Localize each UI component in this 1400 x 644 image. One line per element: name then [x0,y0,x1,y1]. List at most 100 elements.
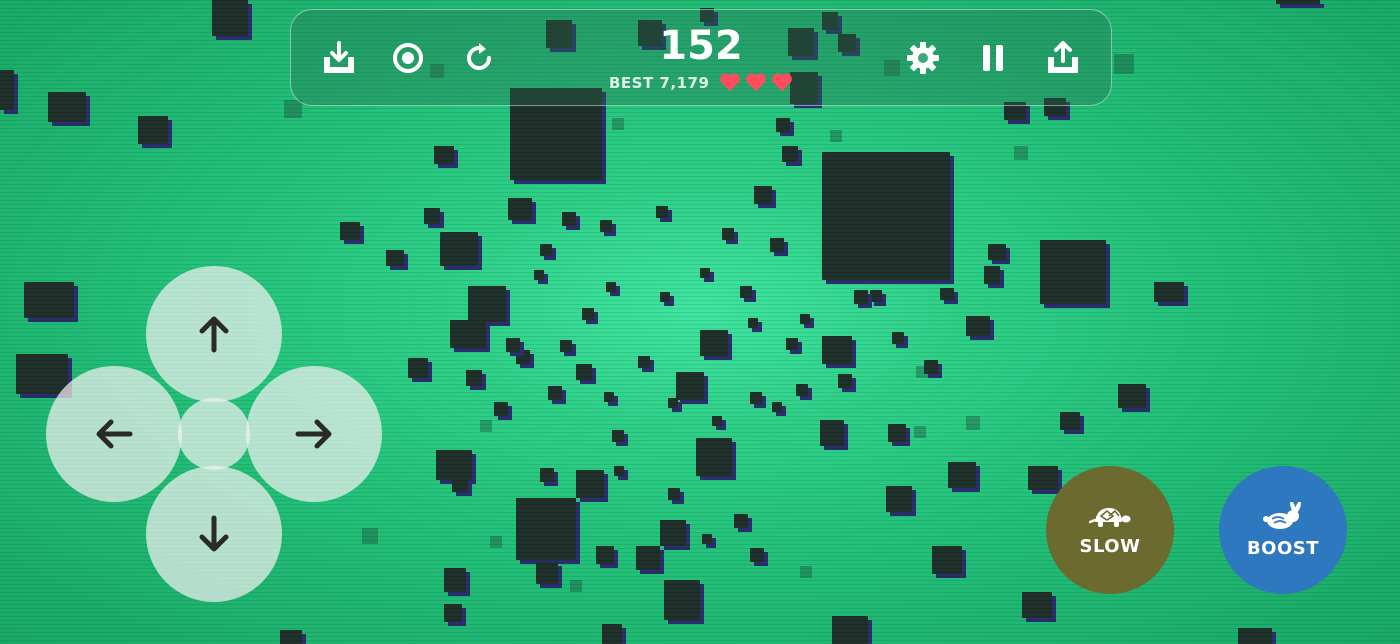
obstacle-cube [822,152,950,280]
obstacle-cube [712,416,722,426]
obstacle-cube [444,568,466,592]
obstacle-cube [638,356,650,368]
distant-cube [914,426,926,438]
obstacle-cube [940,288,954,300]
obstacle-cube [600,220,612,232]
gear-icon [907,42,939,74]
pause-button[interactable] [971,36,1015,80]
obstacle-cube [656,206,668,218]
hud-bar: 152 BEST 7,179 [290,9,1112,106]
arrow-right-icon [295,419,332,449]
obstacle-cube [870,290,882,302]
obstacle-cube [540,244,552,256]
obstacle-cube [1238,628,1272,644]
obstacle-cube [772,402,782,412]
boost-label: BOOST [1246,537,1320,559]
obstacle-cube [340,222,360,240]
share-button[interactable] [1041,36,1085,80]
obstacle-cube [734,514,748,528]
boost-button[interactable]: BOOST [1219,466,1347,594]
obstacle-cube [452,478,468,492]
obstacle-cube [668,488,680,500]
best-score: BEST 7,179 [609,74,710,92]
obstacle-cube [700,268,710,278]
obstacle-cube [1060,412,1080,430]
distant-cube [570,580,582,592]
obstacle-cube [444,604,462,622]
distant-cube [830,130,842,142]
distant-cube [362,528,378,544]
dpad-center [178,398,250,470]
distant-cube [490,536,502,548]
obstacle-cube [722,228,734,240]
obstacle-cube [636,546,660,570]
obstacle-cube [1028,466,1058,490]
obstacle-cube [948,462,976,488]
settings-button[interactable] [901,36,945,80]
obstacle-cube [700,330,728,356]
obstacle-cube [576,470,604,498]
obstacle-cube [820,420,844,446]
dpad-right-button[interactable] [246,366,382,502]
rabbit-icon [1263,501,1301,529]
arrow-down-icon [199,515,229,552]
obstacle-cube [424,208,440,224]
distant-cube [284,100,302,118]
obstacle-cube [838,374,852,388]
obstacle-cube [212,0,248,36]
obstacle-cube [434,146,454,164]
obstacle-cube [676,372,704,400]
heart-icon [720,73,740,92]
obstacle-cube [548,386,562,400]
obstacle-cube [24,282,74,318]
turtle-icon [1089,507,1131,527]
obstacle-cube [408,358,428,378]
obstacle-cube [740,286,752,298]
obstacle-cube [854,290,868,304]
arrow-left-icon [96,419,133,449]
obstacle-cube [888,424,906,442]
obstacle-cube [612,430,624,442]
dpad-down-button[interactable] [146,466,282,602]
obstacle-cube [466,370,482,386]
obstacle-cube [606,282,616,292]
heart-icon [772,73,792,92]
obstacle-cube [0,70,14,110]
obstacle-cube [1022,592,1052,618]
obstacle-cube [1040,240,1106,304]
obstacle-cube [696,438,732,476]
dpad-left-button[interactable] [46,366,182,502]
distant-cube [800,566,812,578]
obstacle-cube [436,450,472,480]
dpad-up-button[interactable] [146,266,282,402]
obstacle-cube [604,392,614,402]
distant-cube [966,416,980,430]
obstacle-cube [776,118,790,132]
obstacle-cube [386,250,404,266]
pause-icon [983,45,1003,71]
heart-icon [746,73,766,92]
obstacle-cube [770,238,784,252]
obstacle-cube [988,244,1006,260]
obstacle-cube [1154,282,1184,302]
obstacle-cube [582,308,594,320]
obstacle-cube [16,354,68,394]
obstacle-cube [576,364,592,380]
obstacle-cube [800,314,810,324]
obstacle-cube [440,232,478,266]
obstacle-cube [138,116,168,144]
obstacle-cube [1276,0,1320,4]
obstacle-cube [886,486,912,512]
lives-indicator [719,72,793,92]
obstacle-cube [782,146,798,162]
arrow-up-icon [199,316,229,353]
obstacle-cube [932,546,962,574]
obstacle-cube [892,332,904,344]
obstacle-cube [506,338,520,352]
distant-cube [612,118,624,130]
slow-button[interactable]: SLOW [1046,466,1174,594]
obstacle-cube [748,318,758,328]
obstacle-cube [822,336,852,364]
obstacle-cube [668,398,678,408]
obstacle-cube [508,198,532,220]
